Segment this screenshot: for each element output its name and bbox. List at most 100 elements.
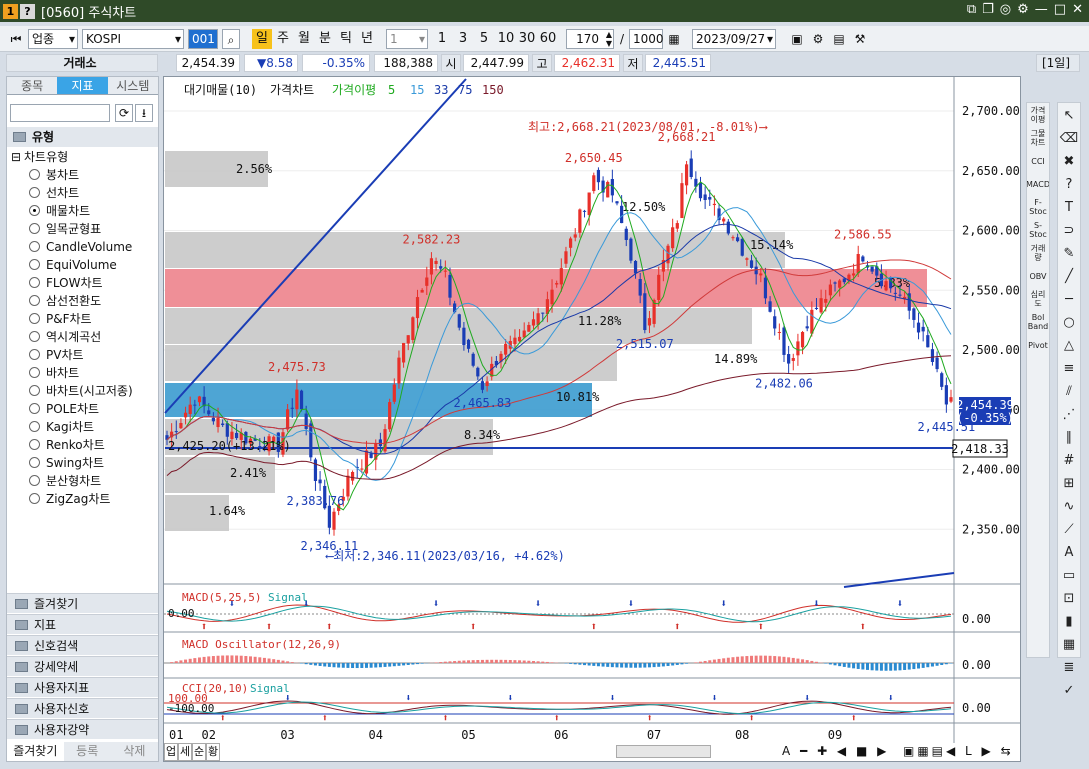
indicator-shortcut[interactable]: Bol Band: [1027, 311, 1049, 333]
period-minute-button[interactable]: 분: [315, 29, 335, 49]
horizontal-scrollbar[interactable]: [616, 745, 711, 758]
folder-item[interactable]: 사용자지표: [7, 677, 158, 697]
stepper-arrows-icon[interactable]: ▲ ▼: [606, 30, 612, 48]
tools-icon[interactable]: ⚒: [851, 29, 869, 49]
legend-ma33[interactable]: 33: [434, 83, 448, 97]
chart-type-group[interactable]: ⊟ 차트유형: [11, 148, 68, 166]
radio-icon[interactable]: [29, 403, 40, 414]
maximize-button[interactable]: □: [1054, 2, 1066, 17]
bottom-se-button[interactable]: 세: [178, 743, 192, 761]
period-month-button[interactable]: 월: [294, 29, 314, 49]
radio-icon[interactable]: [29, 475, 40, 486]
radio-icon[interactable]: [29, 223, 40, 234]
section-type-header[interactable]: 유형: [7, 127, 158, 147]
indicator-shortcut[interactable]: MACD: [1027, 173, 1049, 195]
indicator-shortcut[interactable]: 가격이평: [1027, 104, 1049, 126]
fibonacci-icon[interactable]: ≡: [1058, 357, 1080, 379]
period-day-button[interactable]: 일: [252, 29, 272, 49]
radio-icon[interactable]: [29, 313, 40, 324]
legend-ma15[interactable]: 15: [410, 83, 424, 97]
interval-30-button[interactable]: 30: [516, 29, 538, 49]
chart-type-item[interactable]: Swing차트: [29, 454, 104, 472]
period-year-button[interactable]: 년: [357, 29, 377, 49]
macd-label[interactable]: MACD(5,25,5): [182, 591, 261, 604]
period-tick-button[interactable]: 틱: [336, 29, 356, 49]
channel-icon[interactable]: ⫽: [1058, 380, 1080, 402]
screenshot-icon[interactable]: ◎: [1000, 2, 1011, 17]
legend-volume-profile[interactable]: 대기매물(10): [184, 83, 257, 97]
horizontal-line-icon[interactable]: ─: [1058, 288, 1080, 310]
close-button[interactable]: ✕: [1072, 2, 1083, 17]
chart-type-item[interactable]: 매물차트: [29, 202, 90, 220]
bottom-up-button[interactable]: 업: [164, 743, 178, 761]
chart-canvas[interactable]: 1.64% 2.41% 8.34% 10.81% 11.28% 14.89% 12.50% 1…: [164, 77, 1020, 761]
copy-window-icon[interactable]: ❐: [982, 2, 994, 17]
code-short-field[interactable]: 001: [188, 29, 218, 49]
indicator-shortcut[interactable]: F-Stoc: [1027, 196, 1049, 218]
bottom-status-button[interactable]: 황: [206, 743, 220, 761]
tab-system[interactable]: 시스템: [107, 77, 158, 94]
minimize-button[interactable]: —: [1035, 2, 1048, 17]
chart-type-item[interactable]: ZigZag차트: [29, 490, 110, 508]
measure-icon[interactable]: ⊡: [1058, 587, 1080, 609]
chart-type-item[interactable]: CandleVolume: [29, 238, 132, 256]
bottom-order-button[interactable]: 순: [192, 743, 206, 761]
chart-type-item[interactable]: 역시계곡선: [29, 328, 101, 346]
interval-5-button[interactable]: 5: [474, 29, 494, 49]
prev-arrow-icon[interactable]: ⏮: [8, 29, 24, 49]
radio-icon[interactable]: [29, 367, 40, 378]
legend-ma150[interactable]: 150: [482, 83, 504, 97]
window-icon[interactable]: ▭: [1058, 564, 1080, 586]
magnet-icon[interactable]: ⊃: [1058, 219, 1080, 241]
folder-item[interactable]: 신호검색: [7, 635, 158, 655]
chart-type-item[interactable]: PV차트: [29, 346, 84, 364]
radio-icon[interactable]: [29, 205, 40, 216]
chart-type-item[interactable]: Renko차트: [29, 436, 105, 454]
grid-tool-icon[interactable]: #: [1058, 449, 1080, 471]
radio-icon[interactable]: [29, 421, 40, 432]
refresh-icon[interactable]: ⟳: [115, 104, 133, 122]
favorites-bottom-tab[interactable]: 즐겨찾기: [7, 742, 64, 761]
chart-nav-icons[interactable]: A ━ ✚ ◀ ■ ▶ ▣▦▤◀ L ▶ ⇆: [782, 743, 1014, 759]
link-window-icon[interactable]: ⧉: [967, 2, 976, 17]
indicator-shortcut[interactable]: CCI: [1027, 150, 1049, 172]
calendar-icon[interactable]: ▦: [665, 29, 683, 49]
chart-type-item[interactable]: 삼선전환도: [29, 292, 101, 310]
folder-item[interactable]: 지표: [7, 614, 158, 634]
indicator-shortcut[interactable]: 심리도: [1027, 288, 1049, 310]
gann-icon[interactable]: ⋰: [1058, 403, 1080, 425]
osc-label[interactable]: MACD Oscillator(12,26,9): [182, 638, 341, 651]
list-icon[interactable]: ≣: [1058, 656, 1080, 678]
tab-indicator[interactable]: 지표: [57, 77, 108, 94]
register-button[interactable]: 등록: [63, 742, 111, 761]
interval-3-button[interactable]: 3: [453, 29, 473, 49]
print-icon[interactable]: ▤: [830, 29, 848, 49]
indicator-shortcut[interactable]: Pivot: [1027, 334, 1049, 356]
radio-icon[interactable]: [29, 295, 40, 306]
tab-stock[interactable]: 종목: [7, 77, 58, 94]
radio-icon[interactable]: [29, 457, 40, 468]
total-count-field[interactable]: 1000: [629, 29, 664, 49]
delete-button[interactable]: 삭제: [110, 742, 158, 761]
wave-icon[interactable]: ∿: [1058, 495, 1080, 517]
radio-icon[interactable]: [29, 385, 40, 396]
radio-icon[interactable]: [29, 493, 40, 504]
folder-item[interactable]: 강세약세: [7, 656, 158, 676]
chart-type-item[interactable]: 분산형차트: [29, 472, 101, 490]
code-input[interactable]: KOSPI ▾: [82, 29, 184, 49]
interval-1-button[interactable]: 1: [432, 29, 452, 49]
erase-all-icon[interactable]: ✖: [1058, 150, 1080, 172]
eraser-icon[interactable]: ⌫: [1058, 127, 1080, 149]
save-icon[interactable]: ▣: [788, 29, 806, 49]
folder-item[interactable]: 즐겨찾기: [7, 593, 158, 613]
chart-type-item[interactable]: FLOW차트: [29, 274, 103, 292]
panel-search-input[interactable]: [10, 104, 110, 122]
indicator-shortcut[interactable]: S-Stoc: [1027, 219, 1049, 241]
radio-icon[interactable]: [29, 259, 40, 270]
chart-type-item[interactable]: 봉차트: [29, 166, 79, 184]
market-select[interactable]: 업종 ▾: [28, 29, 78, 49]
circle-tool-icon[interactable]: ○: [1058, 311, 1080, 333]
interval-select[interactable]: 1 ▾: [386, 29, 428, 49]
chart-icon[interactable]: ▦: [1058, 633, 1080, 655]
pen-icon[interactable]: ✎: [1058, 242, 1080, 264]
